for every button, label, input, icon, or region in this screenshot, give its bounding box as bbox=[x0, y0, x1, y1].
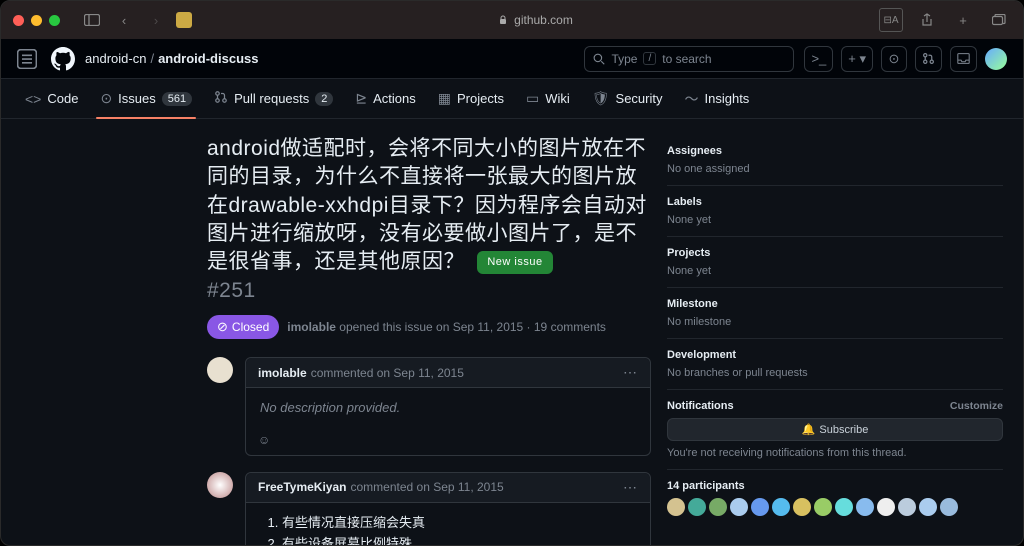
participant-avatar[interactable] bbox=[667, 498, 685, 516]
comment-menu-icon[interactable]: ⋯ bbox=[623, 364, 638, 381]
comment-header: FreeTymeKiyan commented on Sep 11, 2015⋯ bbox=[246, 473, 650, 503]
repo-breadcrumb: android-cn / android-discuss bbox=[85, 51, 258, 66]
sidebar-assignees[interactable]: AssigneesNo one assigned bbox=[667, 135, 1003, 186]
comment-avatar[interactable] bbox=[207, 472, 233, 498]
participant-avatar[interactable] bbox=[688, 498, 706, 516]
comment-body: 有些情况直接压缩会失真有些设备屏幕比例特殊大部分情况都可以用最大尺寸加.9.pn… bbox=[246, 503, 650, 545]
tab-wiki[interactable]: ▭Wiki bbox=[518, 79, 578, 119]
participant-avatar[interactable] bbox=[898, 498, 916, 516]
repo-tabs: <>Code ⊙Issues561 Pull requests2 ⊵Action… bbox=[1, 79, 1023, 119]
reaction-button[interactable]: ☺ bbox=[246, 429, 650, 455]
participant-avatar[interactable] bbox=[814, 498, 832, 516]
window-close[interactable] bbox=[13, 15, 24, 26]
tab-projects[interactable]: ▦Projects bbox=[430, 79, 512, 119]
tab-security[interactable]: 🛡Security bbox=[584, 79, 671, 119]
tab-issues[interactable]: ⊙Issues561 bbox=[92, 79, 200, 119]
pull-requests-shortcut-icon[interactable] bbox=[915, 46, 942, 72]
sidebar-projects[interactable]: ProjectsNone yet bbox=[667, 237, 1003, 288]
sidebar-development[interactable]: DevelopmentNo branches or pull requests bbox=[667, 339, 1003, 390]
status-badge: Closed bbox=[207, 315, 279, 339]
sidebar-participants: 14 participants bbox=[667, 470, 1003, 526]
comment-author[interactable]: imolable bbox=[258, 366, 307, 380]
subscribe-button[interactable]: 🔔 Subscribe bbox=[667, 418, 1003, 441]
participant-avatar[interactable] bbox=[709, 498, 727, 516]
customize-link[interactable]: Customize bbox=[950, 400, 1003, 412]
tab-actions[interactable]: ⊵Actions bbox=[347, 79, 423, 119]
sidebar-toggle-icon[interactable] bbox=[80, 8, 104, 32]
comment-header: imolable commented on Sep 11, 2015⋯ bbox=[246, 358, 650, 388]
search-icon bbox=[593, 53, 605, 65]
reader-icon[interactable]: ⊟A bbox=[879, 8, 903, 32]
comment-body: No description provided. bbox=[246, 388, 650, 429]
new-tab-icon[interactable]: + bbox=[951, 8, 975, 32]
participant-avatar[interactable] bbox=[772, 498, 790, 516]
nav-back-icon[interactable]: ‹ bbox=[112, 8, 136, 32]
comment-avatar[interactable] bbox=[207, 357, 233, 383]
repo-owner-link[interactable]: android-cn bbox=[85, 51, 146, 66]
participant-avatar[interactable] bbox=[730, 498, 748, 516]
comment: imolable commented on Sep 11, 2015⋯No de… bbox=[245, 357, 651, 456]
issue-title: android做适配时，会将不同大小的图片放在不同的目录，为什么不直接将一张最大… bbox=[207, 135, 651, 305]
url-domain: github.com bbox=[514, 13, 573, 27]
tab-insights[interactable]: 〜Insights bbox=[677, 79, 758, 119]
window-zoom[interactable] bbox=[49, 15, 60, 26]
new-issue-button[interactable]: New issue bbox=[477, 251, 552, 274]
tabs-overview-icon[interactable] bbox=[987, 8, 1011, 32]
participant-avatar[interactable] bbox=[877, 498, 895, 516]
url-bar[interactable]: github.com bbox=[200, 13, 871, 27]
search-input[interactable]: Type / to search bbox=[584, 46, 794, 72]
participant-avatar[interactable] bbox=[751, 498, 769, 516]
inbox-icon[interactable] bbox=[950, 46, 977, 72]
comment-menu-icon[interactable]: ⋯ bbox=[623, 479, 638, 496]
comment: FreeTymeKiyan commented on Sep 11, 2015⋯… bbox=[245, 472, 651, 545]
sidebar-milestone[interactable]: MilestoneNo milestone bbox=[667, 288, 1003, 339]
window-minimize[interactable] bbox=[31, 15, 42, 26]
issues-shortcut-icon[interactable]: ⊙ bbox=[881, 46, 907, 72]
sidebar-labels[interactable]: LabelsNone yet bbox=[667, 186, 1003, 237]
repo-name-link[interactable]: android-discuss bbox=[158, 51, 258, 66]
nav-forward-icon[interactable]: › bbox=[144, 8, 168, 32]
issue-meta: Closed imolable opened this issue on Sep… bbox=[207, 315, 651, 339]
favicon bbox=[176, 12, 192, 28]
tab-code[interactable]: <>Code bbox=[17, 79, 86, 119]
sidebar-notifications: NotificationsCustomize 🔔 Subscribe You'r… bbox=[667, 390, 1003, 470]
comment-author[interactable]: FreeTymeKiyan bbox=[258, 480, 346, 494]
participant-avatar[interactable] bbox=[919, 498, 937, 516]
github-logo-icon[interactable] bbox=[51, 47, 75, 71]
user-avatar[interactable] bbox=[985, 48, 1007, 70]
create-new-button[interactable]: + ▾ bbox=[841, 46, 873, 72]
browser-titlebar: ‹ › github.com ⊟A + bbox=[1, 1, 1023, 39]
participant-avatar[interactable] bbox=[856, 498, 874, 516]
participant-avatar[interactable] bbox=[940, 498, 958, 516]
share-icon[interactable] bbox=[915, 8, 939, 32]
github-header: android-cn / android-discuss Type / to s… bbox=[1, 39, 1023, 79]
menu-icon[interactable] bbox=[17, 49, 37, 69]
participant-avatar[interactable] bbox=[793, 498, 811, 516]
lock-icon bbox=[498, 15, 508, 25]
tab-pulls[interactable]: Pull requests2 bbox=[206, 79, 341, 119]
command-palette-button[interactable]: >_ bbox=[804, 46, 833, 72]
participant-avatar[interactable] bbox=[835, 498, 853, 516]
